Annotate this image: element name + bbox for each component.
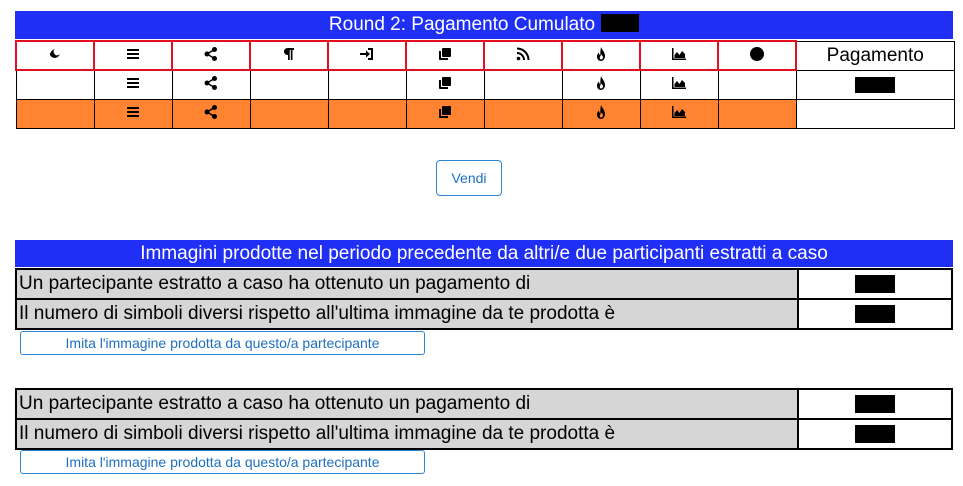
share-icon [203,75,219,91]
grid-cell[interactable] [327,98,407,129]
grid-cell[interactable] [483,69,563,100]
redacted-amount [601,13,640,32]
grid-cell[interactable] [717,40,797,71]
grid-row-1: Pagamento [15,40,955,71]
grid-cell[interactable] [483,98,563,129]
imitate-button[interactable]: Imita l'immagine prodotta da questo/a pa… [20,450,425,474]
imitate-button[interactable]: Imita l'immagine prodotta da questo/a pa… [20,331,425,355]
grid-cell[interactable] [93,98,173,129]
clone-icon [437,75,453,91]
chart-area-icon [671,104,687,120]
list-icon [125,75,141,91]
grid-cell[interactable] [717,69,797,100]
grid-cell[interactable] [93,69,173,100]
redacted-amount [855,76,895,93]
chart-area-icon [671,75,687,91]
redacted-amount [855,304,895,323]
grid-cell[interactable] [171,69,251,100]
paragraph-icon [281,46,297,62]
clone-icon [437,46,453,62]
round-title-bar: Round 2: Pagamento Cumulato [15,11,953,39]
grid-cell[interactable] [561,69,641,100]
grid-cell[interactable] [717,98,797,129]
grid-cell[interactable] [405,98,485,129]
grid-cell[interactable] [327,40,407,71]
grid-cell[interactable] [561,40,641,71]
grid-cell[interactable] [15,69,95,100]
participant-2-info: Un partecipante estratto a caso ha otten… [15,388,953,450]
grid-cell[interactable] [561,98,641,129]
payment-header: Pagamento [795,40,955,71]
clone-icon [437,104,453,120]
grid-cell[interactable] [249,98,329,129]
participant-diff-value [797,298,953,330]
participant-1-info: Un partecipante estratto a caso ha otten… [15,268,953,330]
sell-button[interactable]: Vendi [436,160,502,196]
redacted-amount [855,424,895,443]
redacted-amount [855,274,895,293]
circle-icon [749,46,765,62]
grid-cell[interactable] [639,69,719,100]
share-icon [203,104,219,120]
chart-area-icon [671,46,687,62]
list-icon [125,104,141,120]
grid-cell[interactable] [15,98,95,129]
participant-payment-label: Un partecipante estratto a caso ha otten… [15,268,799,300]
grid-cell[interactable] [249,40,329,71]
grid-cell[interactable] [93,40,173,71]
grid-cell[interactable] [639,98,719,129]
redacted-amount [855,394,895,413]
share-icon [203,46,219,62]
grid-cell[interactable] [639,40,719,71]
grid-cell[interactable] [405,40,485,71]
grid-cell[interactable] [327,69,407,100]
rss-icon [515,46,531,62]
grid-cell[interactable] [405,69,485,100]
participant-diff-label: Il numero di simboli diversi rispetto al… [15,298,799,330]
symbol-grid: Pagamento [15,40,955,129]
round-title: Round 2: Pagamento Cumulato [328,14,596,35]
payment-value [795,98,955,129]
participant-payment-value [797,388,953,420]
grid-cell[interactable] [171,98,251,129]
list-icon [125,46,141,62]
images-section-title: Immagini prodotte nel periodo precedente… [15,240,953,267]
sign-in-icon [359,46,375,62]
grid-cell[interactable] [15,40,95,71]
grid-cell[interactable] [483,40,563,71]
fire-icon [593,75,609,91]
participant-payment-label: Un partecipante estratto a caso ha otten… [15,388,799,420]
grid-cell[interactable] [171,40,251,71]
grid-cell[interactable] [249,69,329,100]
payment-value [795,69,955,100]
fire-icon [593,46,609,62]
moon-icon [47,46,63,62]
participant-diff-value [797,418,953,450]
participant-diff-label: Il numero di simboli diversi rispetto al… [15,418,799,450]
grid-row-3 [15,98,955,129]
fire-icon [593,104,609,120]
participant-payment-value [797,268,953,300]
grid-row-2 [15,69,955,100]
